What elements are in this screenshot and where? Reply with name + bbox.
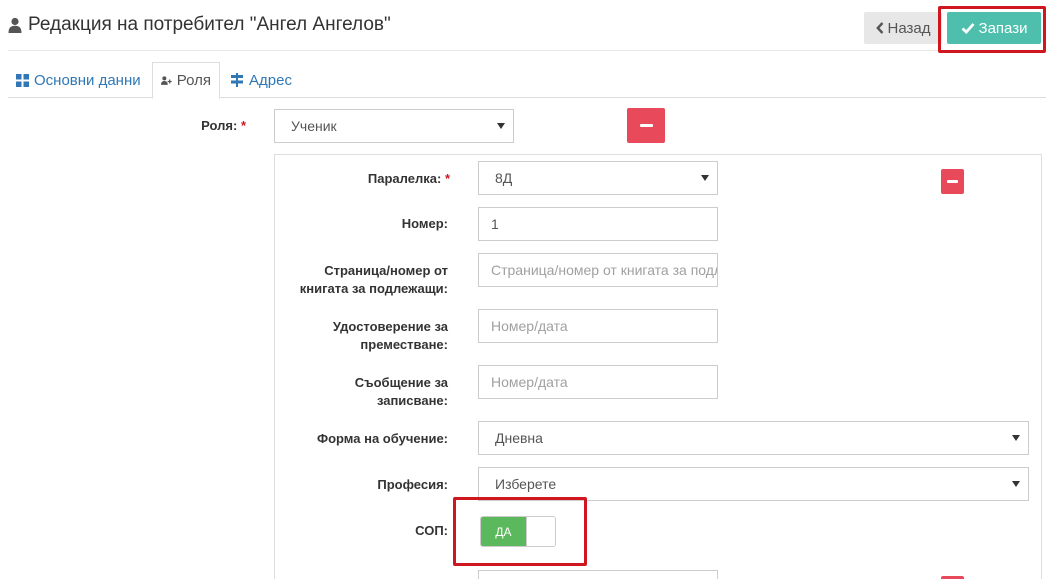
- tab-role[interactable]: Роля: [152, 62, 220, 99]
- sop-toggle[interactable]: ДА: [480, 516, 556, 547]
- education-form-label: Форма на обучение:: [317, 431, 448, 446]
- page-title-text: Редакция на потребител "Ангел Ангелов": [28, 14, 391, 35]
- registry-page-placeholder: Страница/номер от книгата за подлежащи: [491, 262, 717, 278]
- minus-icon: [639, 124, 653, 127]
- education-form-select[interactable]: Дневна: [478, 421, 1029, 455]
- signpost-icon: [231, 73, 243, 87]
- transfer-certificate-input[interactable]: Номер/дата: [478, 309, 718, 343]
- tab-basic-data-label: Основни данни: [34, 71, 141, 89]
- transfer-certificate-placeholder: Номер/дата: [491, 318, 568, 334]
- profession-label: Професия:: [377, 477, 448, 492]
- role-label-text: Роля:: [201, 118, 238, 133]
- role-select-value: Ученик: [291, 118, 337, 134]
- education-form-value: Дневна: [495, 430, 543, 446]
- tab-bar: Основни данни Роля Адрес: [8, 62, 1046, 99]
- enrollment-notice-label: Съобщение за записване:: [354, 375, 448, 408]
- registry-page-label: Страница/номер от книгата за подлежащи:: [299, 263, 448, 296]
- class-required-mark: *: [444, 171, 450, 186]
- tab-role-label: Роля: [176, 72, 211, 89]
- class-label: Паралелка: *: [286, 170, 450, 188]
- profession-select[interactable]: Изберете: [478, 467, 1029, 501]
- class-select[interactable]: 8Д: [478, 161, 718, 195]
- save-button-label: Запази: [978, 19, 1028, 37]
- role-select[interactable]: Ученик: [274, 109, 514, 143]
- remove-role-button[interactable]: [627, 108, 665, 143]
- class-label-text: Паралелка:: [367, 171, 442, 186]
- number-input[interactable]: 1: [478, 207, 718, 241]
- user-plus-icon: [161, 76, 172, 85]
- tab-address[interactable]: Адрес: [222, 62, 302, 98]
- registry-page-input[interactable]: Страница/номер от книгата за подлежащи: [478, 253, 718, 287]
- user-icon: [8, 17, 22, 33]
- role-required-mark: *: [240, 118, 246, 133]
- sop-toggle-on-label: ДА: [481, 517, 526, 546]
- chevron-down-icon: [497, 123, 505, 129]
- tab-address-label: Адрес: [249, 71, 292, 89]
- chevron-down-icon: [1012, 435, 1020, 441]
- checkmark-icon: [961, 23, 975, 34]
- remove-class-button[interactable]: [941, 169, 964, 194]
- sop-label: СОП:: [415, 523, 448, 538]
- grid-icon: [16, 73, 29, 87]
- number-label: Номер:: [401, 216, 448, 231]
- chevron-left-icon: [875, 22, 883, 34]
- next-row-input[interactable]: [478, 570, 718, 579]
- minus-icon: [947, 180, 958, 183]
- page-title: Редакция на потребител "Ангел Ангелов": [8, 14, 391, 36]
- chevron-down-icon: [701, 175, 709, 181]
- enrollment-notice-input[interactable]: Номер/дата: [478, 365, 718, 399]
- transfer-certificate-label: Удостоверение за преместване:: [332, 319, 448, 352]
- chevron-down-icon: [1012, 481, 1020, 487]
- tab-basic-data[interactable]: Основни данни: [8, 62, 152, 98]
- enrollment-notice-placeholder: Номер/дата: [491, 374, 568, 390]
- back-button-label: Назад: [887, 19, 931, 37]
- profession-value: Изберете: [495, 476, 557, 492]
- save-button[interactable]: Запази: [947, 12, 1041, 44]
- sop-toggle-handle: [526, 517, 555, 546]
- header-divider: [8, 50, 1046, 51]
- user-edit-page: Редакция на потребител "Ангел Ангелов" Н…: [0, 0, 1046, 579]
- number-input-value: 1: [491, 216, 499, 232]
- back-button[interactable]: Назад: [864, 12, 942, 44]
- role-label: Роля: *: [120, 117, 246, 135]
- class-select-value: 8Д: [495, 170, 513, 186]
